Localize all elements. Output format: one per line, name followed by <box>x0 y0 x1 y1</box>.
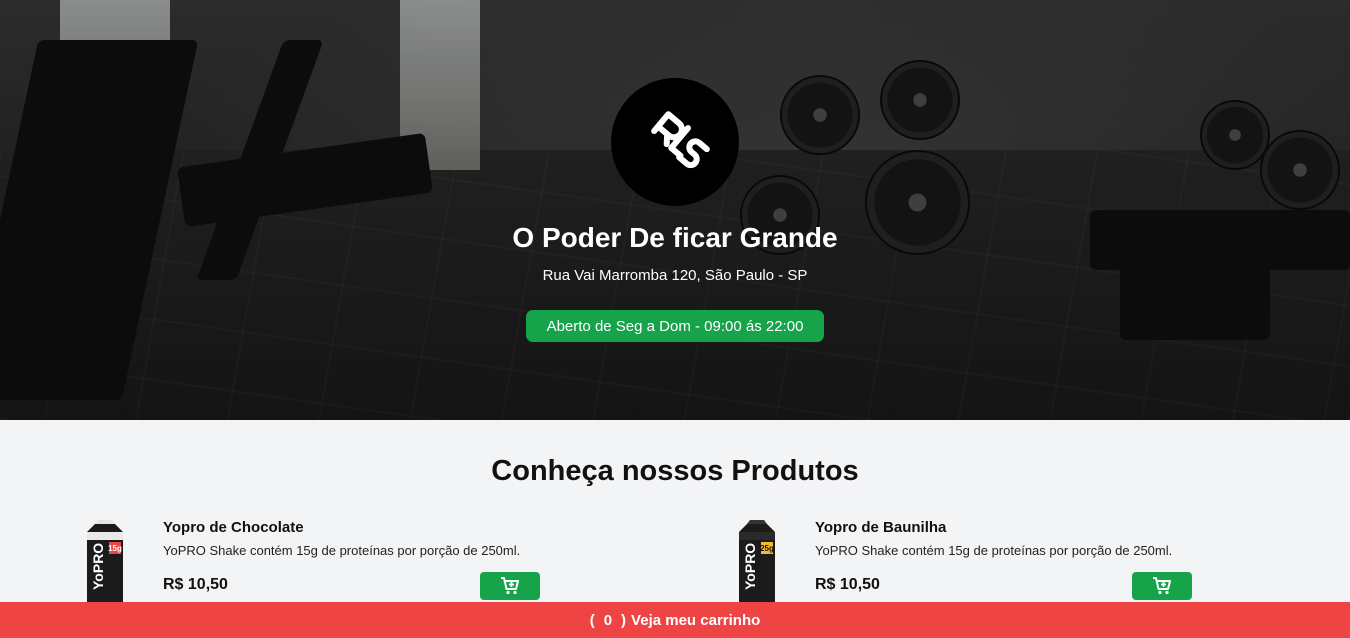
add-to-cart-button[interactable] <box>480 572 540 600</box>
product-image-baunilha: 25g YoPRO <box>717 518 797 608</box>
products-section-title: Conheça nossos Produtos <box>491 455 859 487</box>
cart-count-close-paren: ) <box>621 611 627 629</box>
hero-title: O Poder De ficar Grande <box>512 222 838 253</box>
hero-banner: O Poder De ficar Grande Rua Vai Marromba… <box>0 0 1350 420</box>
product-card-baunilha: 25g YoPRO Yopro de Baunilha YoPRO Shake … <box>717 514 1197 608</box>
cart-count-open-paren: ( <box>589 611 595 629</box>
svg-text:25g: 25g <box>760 544 774 553</box>
cart-bar-label: Veja meu carrinho <box>631 611 761 629</box>
opening-hours-badge: Aberto de Seg a Dom - 09:00 ás 22:00 <box>526 310 824 342</box>
product-image-chocolate: 15g YoPRO <box>65 518 145 608</box>
rls-logo-icon <box>611 78 739 206</box>
add-to-cart-icon <box>1153 577 1171 595</box>
hero-address: Rua Vai Marromba 120, São Paulo - SP <box>542 267 808 284</box>
view-cart-button[interactable]: ( 0 ) Veja meu carrinho <box>0 602 1350 638</box>
product-price: R$ 10,50 <box>815 576 880 593</box>
hero-overlay <box>0 0 1350 420</box>
cart-item-count: 0 <box>603 611 613 629</box>
product-name: Yopro de Baunilha <box>815 519 947 536</box>
svg-text:15g: 15g <box>108 544 122 553</box>
product-description: YoPRO Shake contém 15g de proteínas por … <box>815 543 1173 558</box>
add-to-cart-icon <box>501 577 519 595</box>
rls-logo-glyph <box>651 111 710 169</box>
product-name: Yopro de Chocolate <box>163 519 304 536</box>
svg-text:YoPRO: YoPRO <box>90 543 106 590</box>
product-card-chocolate: 15g YoPRO Yopro de Chocolate YoPRO Shake… <box>65 514 545 608</box>
product-description: YoPRO Shake contém 15g de proteínas por … <box>163 543 521 558</box>
product-price: R$ 10,50 <box>163 576 228 593</box>
add-to-cart-button[interactable] <box>1132 572 1192 600</box>
svg-text:YoPRO: YoPRO <box>742 543 758 590</box>
